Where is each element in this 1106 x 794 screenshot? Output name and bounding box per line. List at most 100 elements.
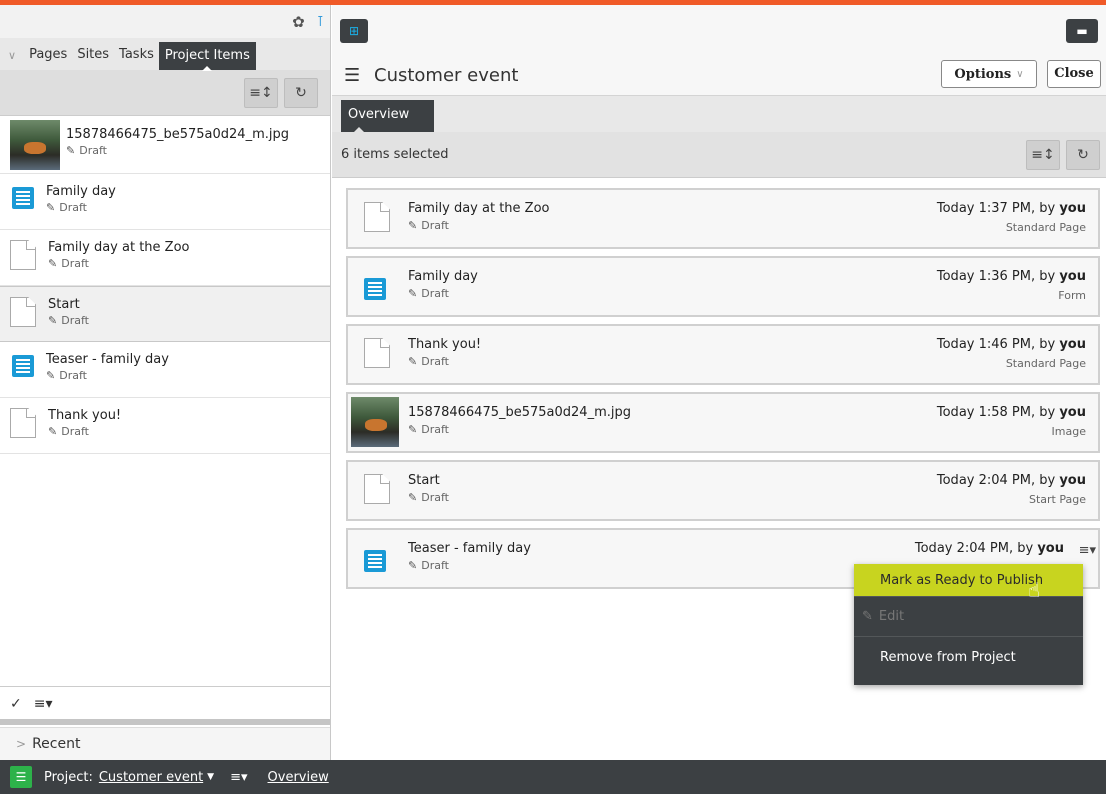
pane-tools: ✿ ⊺: [0, 5, 330, 38]
card-name: Start: [408, 473, 440, 488]
card-status: ✎ Draft: [408, 559, 449, 572]
card-name: Teaser - family day: [408, 541, 531, 556]
close-button[interactable]: Close: [1047, 60, 1101, 88]
pencil-icon: ✎: [48, 257, 58, 270]
card-name: Family day at the Zoo: [408, 201, 550, 216]
refresh-button[interactable]: ↻: [1066, 140, 1100, 170]
image-thumbnail: [10, 120, 60, 170]
list-item[interactable]: Start ✎ Draft: [0, 286, 330, 342]
item-name: Teaser - family day: [46, 352, 169, 367]
form-icon: [12, 187, 34, 209]
folder-icon: ▬: [1076, 24, 1088, 38]
project-selector-link[interactable]: Customer event: [99, 770, 203, 785]
project-menu-icon[interactable]: ≡▾: [230, 770, 247, 785]
page-title: Customer event: [374, 65, 519, 86]
item-card[interactable]: Family day ✎ Draft Today 1:36 PM, by you …: [346, 256, 1100, 317]
item-name: Family day: [46, 184, 116, 199]
pencil-icon: ✎: [48, 314, 58, 327]
item-card[interactable]: Start ✎ Draft Today 2:04 PM, by you Start…: [346, 460, 1100, 521]
pencil-icon: ✎: [46, 369, 56, 382]
item-card[interactable]: 15878466475_be575a0d24_m.jpg ✎ Draft Toda…: [346, 392, 1100, 453]
caret-down-icon[interactable]: ▼: [207, 772, 214, 782]
tab-pages[interactable]: Pages: [24, 47, 72, 70]
form-icon: [364, 550, 386, 572]
gear-icon[interactable]: ✿: [292, 13, 305, 31]
pencil-icon: ✎: [408, 219, 418, 232]
pencil-icon: ✎: [408, 355, 418, 368]
pane-tabs: ∨ Pages Sites Tasks Project Items: [0, 38, 330, 71]
tab-sites[interactable]: Sites: [72, 47, 114, 70]
check-icon[interactable]: ✓: [10, 696, 22, 712]
list-item[interactable]: 15878466475_be575a0d24_m.jpg ✎ Draft: [0, 116, 330, 174]
card-timestamp: Today 1:36 PM, by you: [936, 269, 1086, 284]
menu-item-mark-ready[interactable]: Mark as Ready to Publish: [854, 564, 1083, 597]
card-status: ✎ Draft: [408, 355, 449, 368]
chevron-right-icon: >: [16, 737, 27, 751]
sort-icon: ≡↕: [249, 84, 273, 101]
left-bottom-toolbar: ✓ ≡▾: [0, 686, 330, 720]
form-icon: [364, 278, 386, 300]
card-type: Image: [1051, 425, 1086, 438]
selection-count: 6 items selected: [341, 147, 449, 162]
recent-section[interactable]: > Recent: [0, 727, 330, 760]
tree-toggle-button[interactable]: ⊞: [340, 19, 368, 43]
selection-bar: 6 items selected ≡↕ ↻: [332, 132, 1106, 178]
card-name: Thank you!: [408, 337, 482, 352]
refresh-icon: ↻: [1077, 147, 1089, 163]
pane-splitter[interactable]: [0, 719, 330, 725]
item-status: ✎ Draft: [48, 257, 89, 270]
tab-project-items[interactable]: Project Items: [158, 42, 256, 71]
list-item[interactable]: Family day ✎ Draft: [0, 174, 330, 230]
sort-button[interactable]: ≡↕: [1026, 140, 1060, 170]
item-status: ✎ Draft: [46, 369, 87, 382]
list-item[interactable]: Family day at the Zoo ✎ Draft: [0, 230, 330, 286]
pencil-icon: ✎: [66, 144, 76, 157]
tree-icon: ⊞: [348, 24, 360, 38]
item-name: Family day at the Zoo: [48, 240, 190, 255]
menu-item-edit: ✎ Edit: [854, 597, 1083, 637]
refresh-button[interactable]: ↻: [284, 77, 318, 108]
menu-item-remove-from-project[interactable]: Remove from Project: [854, 637, 1083, 677]
page-icon: [364, 338, 390, 368]
card-status: ✎ Draft: [408, 491, 449, 504]
project-icon[interactable]: ☰: [10, 766, 32, 788]
chevron-down-icon[interactable]: ∨: [8, 49, 16, 70]
main-tabbar: Overview: [332, 95, 1106, 133]
page-icon: [364, 202, 390, 232]
list-item[interactable]: Teaser - family day ✎ Draft: [0, 342, 330, 398]
item-status: ✎ Draft: [66, 144, 107, 157]
card-status: ✎ Draft: [408, 219, 449, 232]
item-status: ✎ Draft: [48, 314, 89, 327]
pencil-icon: ✎: [408, 491, 418, 504]
hand-cursor-icon: ☝: [1028, 578, 1041, 602]
card-timestamp: Today 2:04 PM, by you: [936, 473, 1086, 488]
card-status: ✎ Draft: [408, 287, 449, 300]
chevron-down-icon: ∨: [1016, 68, 1024, 80]
list-item[interactable]: Thank you! ✎ Draft: [0, 398, 330, 454]
overview-link[interactable]: Overview: [268, 770, 329, 785]
card-timestamp: Today 1:58 PM, by you: [936, 405, 1086, 420]
image-thumbnail: [351, 397, 399, 447]
assets-toggle-button[interactable]: ▬: [1066, 19, 1098, 43]
tab-tasks[interactable]: Tasks: [114, 47, 159, 70]
item-card[interactable]: Family day at the Zoo ✎ Draft Today 1:37 …: [346, 188, 1100, 249]
refresh-icon: ↻: [295, 84, 307, 101]
project-icon: ☰: [344, 65, 361, 86]
menu-icon[interactable]: ≡▾: [34, 696, 53, 712]
page-icon: [10, 297, 36, 327]
form-icon: [12, 355, 34, 377]
item-name: 15878466475_be575a0d24_m.jpg: [66, 127, 289, 142]
item-card[interactable]: Thank you! ✎ Draft Today 1:46 PM, by you …: [346, 324, 1100, 385]
options-button[interactable]: Options ∨: [941, 60, 1037, 88]
project-bar: ☰ Project: Customer event ▼ ≡▾ Overview: [0, 760, 1106, 794]
item-name: Thank you!: [48, 408, 122, 423]
pin-icon[interactable]: ⊺: [317, 14, 324, 30]
title-row: ☰ Customer event Options ∨ Close: [332, 60, 1106, 97]
recent-label: Recent: [32, 736, 81, 752]
sort-button[interactable]: ≡↕: [244, 77, 278, 108]
item-menu-icon[interactable]: ≡▾: [1079, 543, 1096, 558]
tab-overview[interactable]: Overview: [341, 100, 434, 133]
project-label: Project:: [44, 769, 93, 785]
left-toolbar: ≡↕ ↻: [0, 70, 330, 116]
card-status: ✎ Draft: [408, 423, 449, 436]
